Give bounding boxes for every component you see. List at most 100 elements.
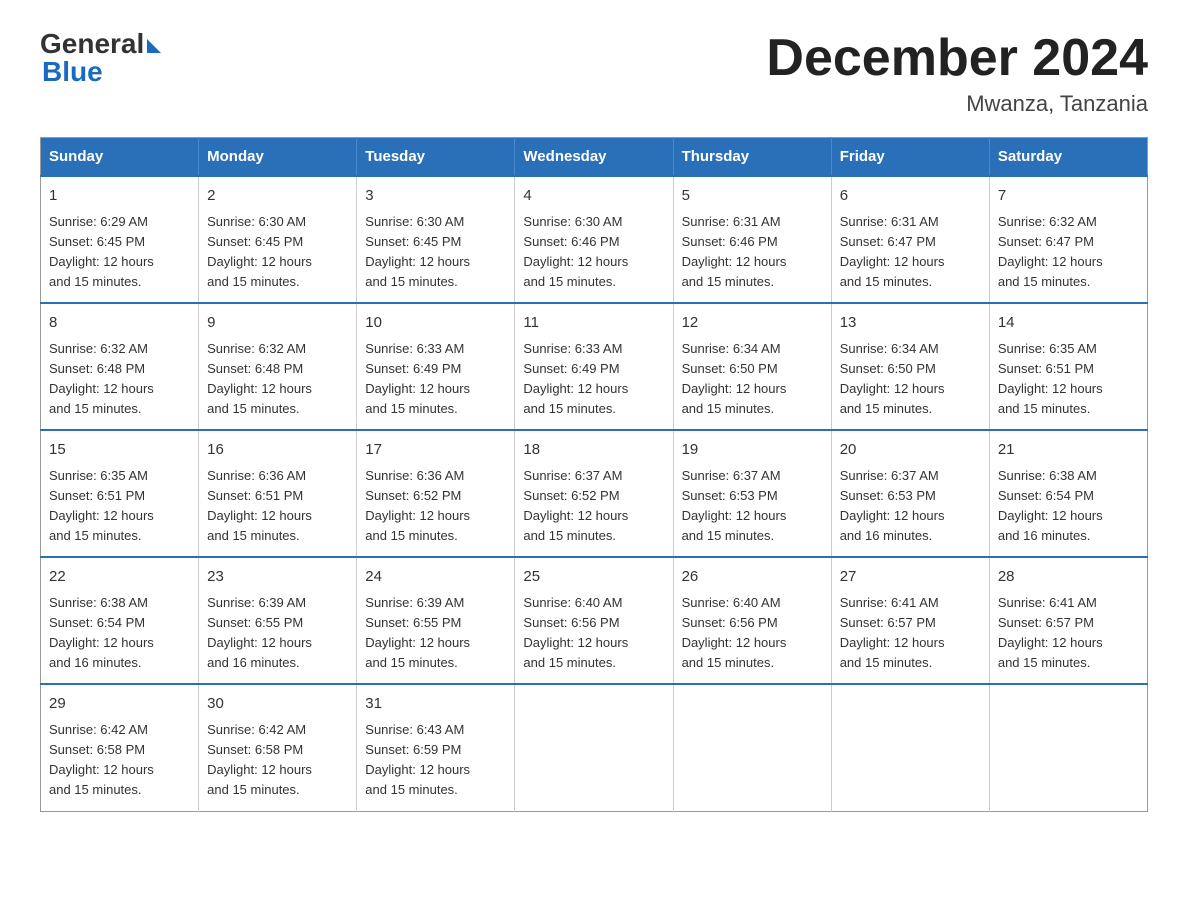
day-number: 3 [365,185,506,208]
table-row [515,684,673,811]
table-row: 14 Sunrise: 6:35 AMSunset: 6:51 PMDayligh… [989,303,1147,430]
logo: General Blue [40,30,161,88]
calendar-header-row: Sunday Monday Tuesday Wednesday Thursday… [41,138,1148,177]
day-number: 13 [840,312,981,335]
table-row: 16 Sunrise: 6:36 AMSunset: 6:51 PMDayligh… [199,430,357,557]
day-number: 1 [49,185,190,208]
day-number: 7 [998,185,1139,208]
day-number: 12 [682,312,823,335]
day-number: 6 [840,185,981,208]
table-row: 5 Sunrise: 6:31 AMSunset: 6:46 PMDaylight… [673,176,831,303]
day-info: Sunrise: 6:40 AMSunset: 6:56 PMDaylight:… [682,593,823,674]
day-info: Sunrise: 6:39 AMSunset: 6:55 PMDaylight:… [365,593,506,674]
table-row: 13 Sunrise: 6:34 AMSunset: 6:50 PMDayligh… [831,303,989,430]
day-number: 11 [523,312,664,335]
day-info: Sunrise: 6:30 AMSunset: 6:45 PMDaylight:… [365,212,506,293]
day-number: 25 [523,566,664,589]
day-info: Sunrise: 6:37 AMSunset: 6:53 PMDaylight:… [682,466,823,547]
day-number: 22 [49,566,190,589]
col-tuesday: Tuesday [357,138,515,177]
day-info: Sunrise: 6:40 AMSunset: 6:56 PMDaylight:… [523,593,664,674]
day-number: 31 [365,693,506,716]
day-number: 20 [840,439,981,462]
day-info: Sunrise: 6:31 AMSunset: 6:47 PMDaylight:… [840,212,981,293]
calendar-table: Sunday Monday Tuesday Wednesday Thursday… [40,137,1148,811]
day-number: 24 [365,566,506,589]
table-row: 2 Sunrise: 6:30 AMSunset: 6:45 PMDaylight… [199,176,357,303]
day-info: Sunrise: 6:32 AMSunset: 6:48 PMDaylight:… [49,339,190,420]
table-row: 10 Sunrise: 6:33 AMSunset: 6:49 PMDayligh… [357,303,515,430]
logo-general-text: General [40,30,144,58]
table-row: 24 Sunrise: 6:39 AMSunset: 6:55 PMDayligh… [357,557,515,684]
day-info: Sunrise: 6:42 AMSunset: 6:58 PMDaylight:… [49,720,190,801]
day-number: 30 [207,693,348,716]
day-number: 2 [207,185,348,208]
table-row: 28 Sunrise: 6:41 AMSunset: 6:57 PMDayligh… [989,557,1147,684]
day-number: 4 [523,185,664,208]
table-row: 6 Sunrise: 6:31 AMSunset: 6:47 PMDaylight… [831,176,989,303]
logo-blue-text: Blue [40,56,103,88]
day-number: 27 [840,566,981,589]
day-info: Sunrise: 6:29 AMSunset: 6:45 PMDaylight:… [49,212,190,293]
calendar-week-row: 29Sunrise: 6:42 AMSunset: 6:58 PMDayligh… [41,684,1148,811]
table-row: 12 Sunrise: 6:34 AMSunset: 6:50 PMDayligh… [673,303,831,430]
table-row [831,684,989,811]
location: Mwanza, Tanzania [766,91,1148,117]
day-info: Sunrise: 6:37 AMSunset: 6:52 PMDaylight:… [523,466,664,547]
table-row [989,684,1147,811]
day-number: 16 [207,439,348,462]
col-monday: Monday [199,138,357,177]
table-row: 8 Sunrise: 6:32 AMSunset: 6:48 PMDaylight… [41,303,199,430]
table-row: 3 Sunrise: 6:30 AMSunset: 6:45 PMDaylight… [357,176,515,303]
logo-arrow-icon [147,39,161,53]
table-row: 26 Sunrise: 6:40 AMSunset: 6:56 PMDayligh… [673,557,831,684]
col-sunday: Sunday [41,138,199,177]
day-info: Sunrise: 6:31 AMSunset: 6:46 PMDaylight:… [682,212,823,293]
day-number: 15 [49,439,190,462]
page-header: General Blue December 2024 Mwanza, Tanza… [40,30,1148,117]
table-row: 25 Sunrise: 6:40 AMSunset: 6:56 PMDayligh… [515,557,673,684]
day-number: 8 [49,312,190,335]
table-row: 4 Sunrise: 6:30 AMSunset: 6:46 PMDaylight… [515,176,673,303]
day-number: 10 [365,312,506,335]
day-info: Sunrise: 6:38 AMSunset: 6:54 PMDaylight:… [49,593,190,674]
table-row: 20Sunrise: 6:37 AMSunset: 6:53 PMDayligh… [831,430,989,557]
table-row: 23Sunrise: 6:39 AMSunset: 6:55 PMDayligh… [199,557,357,684]
table-row: 29Sunrise: 6:42 AMSunset: 6:58 PMDayligh… [41,684,199,811]
day-info: Sunrise: 6:32 AMSunset: 6:47 PMDaylight:… [998,212,1139,293]
table-row: 30 Sunrise: 6:42 AMSunset: 6:58 PMDayligh… [199,684,357,811]
calendar-week-row: 8 Sunrise: 6:32 AMSunset: 6:48 PMDaylight… [41,303,1148,430]
day-info: Sunrise: 6:33 AMSunset: 6:49 PMDaylight:… [365,339,506,420]
day-info: Sunrise: 6:35 AMSunset: 6:51 PMDaylight:… [49,466,190,547]
calendar-week-row: 15 Sunrise: 6:35 AMSunset: 6:51 PMDayligh… [41,430,1148,557]
day-info: Sunrise: 6:41 AMSunset: 6:57 PMDaylight:… [998,593,1139,674]
day-info: Sunrise: 6:32 AMSunset: 6:48 PMDaylight:… [207,339,348,420]
day-info: Sunrise: 6:30 AMSunset: 6:46 PMDaylight:… [523,212,664,293]
title-block: December 2024 Mwanza, Tanzania [766,30,1148,117]
table-row: 7 Sunrise: 6:32 AMSunset: 6:47 PMDaylight… [989,176,1147,303]
day-info: Sunrise: 6:33 AMSunset: 6:49 PMDaylight:… [523,339,664,420]
col-friday: Friday [831,138,989,177]
col-saturday: Saturday [989,138,1147,177]
table-row: 15 Sunrise: 6:35 AMSunset: 6:51 PMDayligh… [41,430,199,557]
day-number: 26 [682,566,823,589]
day-info: Sunrise: 6:42 AMSunset: 6:58 PMDaylight:… [207,720,348,801]
table-row: 11 Sunrise: 6:33 AMSunset: 6:49 PMDayligh… [515,303,673,430]
day-number: 14 [998,312,1139,335]
table-row: 9Sunrise: 6:32 AMSunset: 6:48 PMDaylight… [199,303,357,430]
day-info: Sunrise: 6:35 AMSunset: 6:51 PMDaylight:… [998,339,1139,420]
day-info: Sunrise: 6:36 AMSunset: 6:51 PMDaylight:… [207,466,348,547]
day-info: Sunrise: 6:34 AMSunset: 6:50 PMDaylight:… [840,339,981,420]
day-info: Sunrise: 6:34 AMSunset: 6:50 PMDaylight:… [682,339,823,420]
table-row: 31Sunrise: 6:43 AMSunset: 6:59 PMDayligh… [357,684,515,811]
day-info: Sunrise: 6:41 AMSunset: 6:57 PMDaylight:… [840,593,981,674]
calendar-week-row: 22 Sunrise: 6:38 AMSunset: 6:54 PMDayligh… [41,557,1148,684]
table-row: 17Sunrise: 6:36 AMSunset: 6:52 PMDayligh… [357,430,515,557]
table-row: 27 Sunrise: 6:41 AMSunset: 6:57 PMDayligh… [831,557,989,684]
day-number: 21 [998,439,1139,462]
day-info: Sunrise: 6:30 AMSunset: 6:45 PMDaylight:… [207,212,348,293]
calendar-week-row: 1 Sunrise: 6:29 AMSunset: 6:45 PMDaylight… [41,176,1148,303]
day-number: 17 [365,439,506,462]
day-number: 5 [682,185,823,208]
day-number: 28 [998,566,1139,589]
